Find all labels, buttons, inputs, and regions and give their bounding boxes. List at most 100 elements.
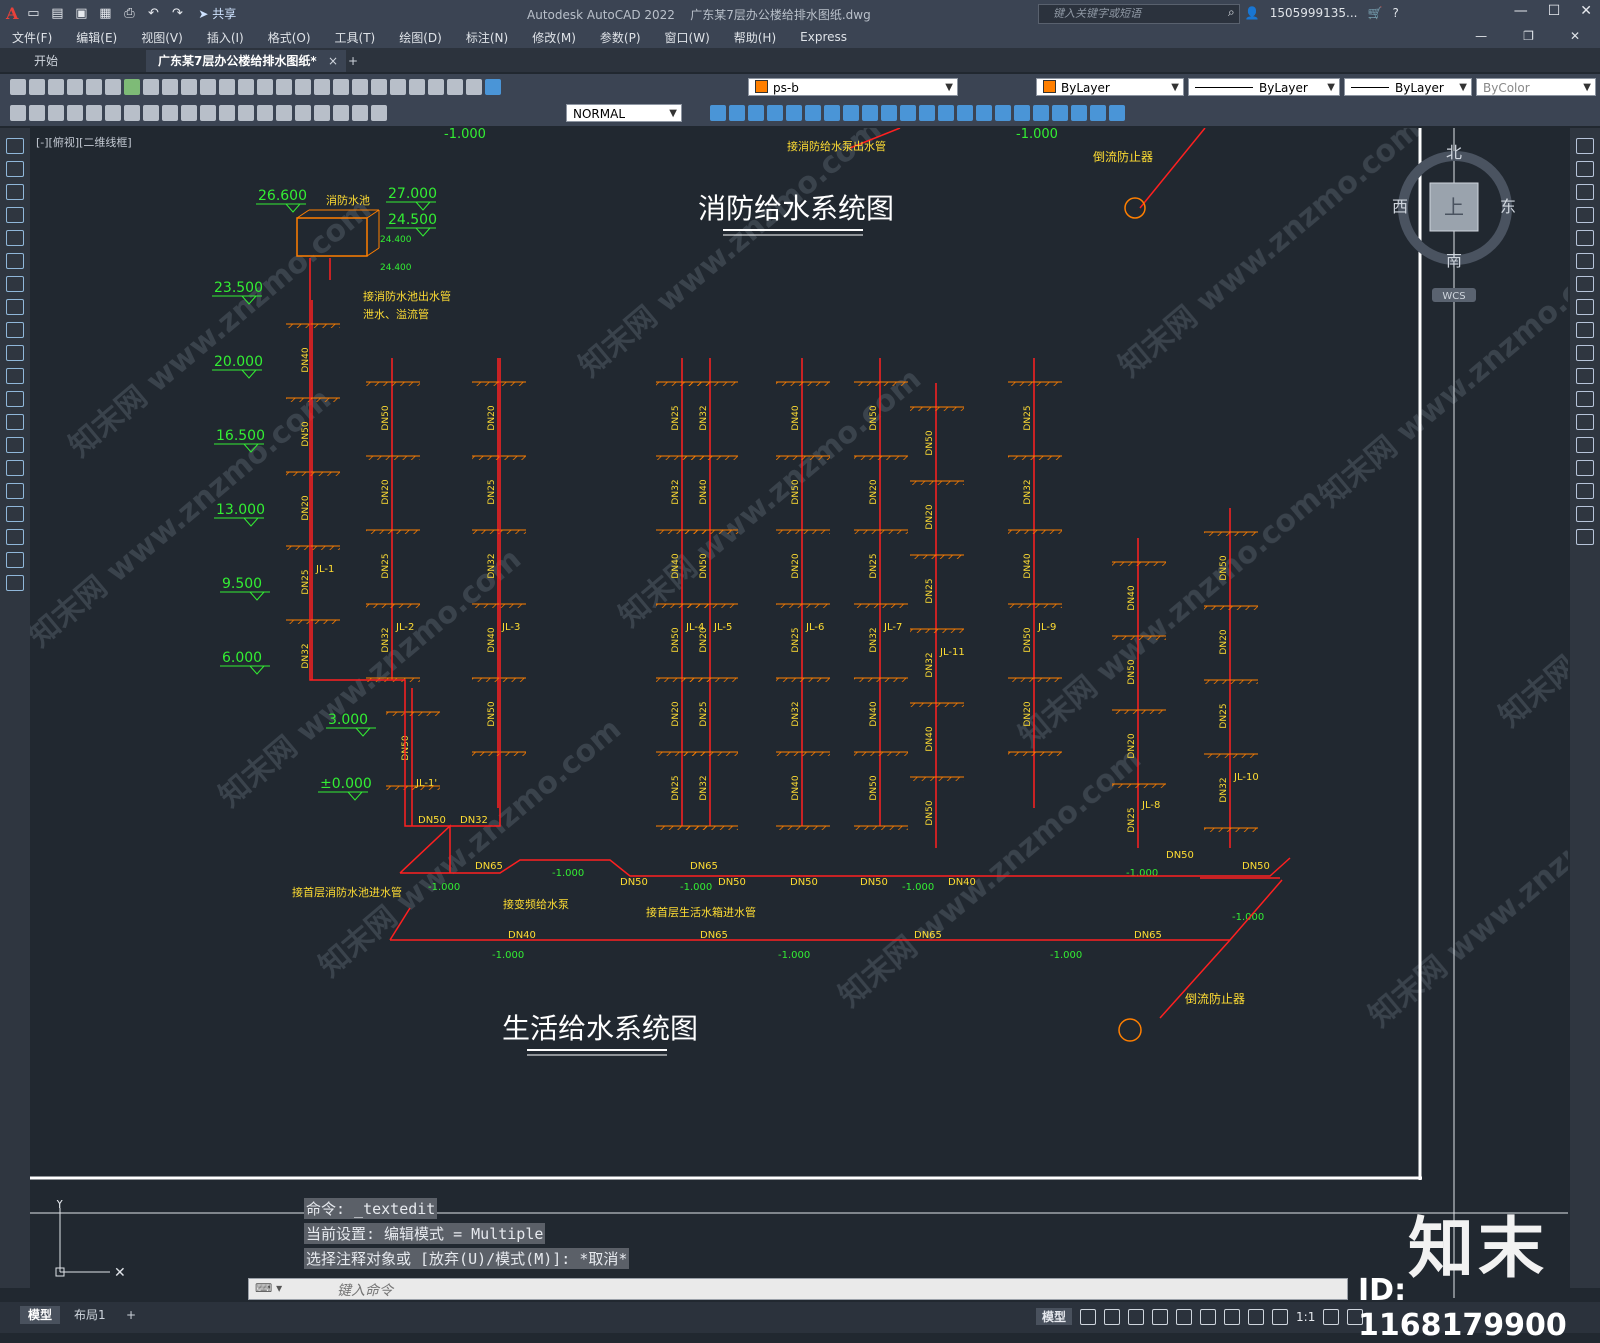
- new-icon[interactable]: [10, 79, 26, 95]
- insert-icon[interactable]: [1052, 105, 1068, 121]
- dim-jogged-icon[interactable]: [105, 105, 121, 121]
- properties-icon[interactable]: [333, 79, 349, 95]
- table-icon[interactable]: [1109, 105, 1125, 121]
- join-icon[interactable]: [1576, 437, 1594, 453]
- polar-icon[interactable]: [1152, 1308, 1169, 1325]
- tool-palette-icon[interactable]: [371, 79, 387, 95]
- annotation-visibility-icon[interactable]: [1272, 1308, 1289, 1325]
- menu-file[interactable]: 文件(F): [0, 29, 64, 46]
- jogged-linear-icon[interactable]: [314, 105, 330, 121]
- menu-help[interactable]: 帮助(H): [722, 29, 788, 46]
- save-icon[interactable]: ▣: [72, 4, 90, 22]
- offset-icon[interactable]: [1576, 207, 1594, 223]
- erase-icon[interactable]: [1576, 138, 1594, 154]
- construction-line-icon[interactable]: [6, 161, 24, 177]
- annotation-scale[interactable]: 1:1: [1296, 1310, 1315, 1324]
- menu-window[interactable]: 窗口(W): [653, 29, 722, 46]
- dim-diameter-icon[interactable]: [124, 105, 140, 121]
- model-space-button[interactable]: 模型: [1036, 1308, 1073, 1325]
- doc-restore-icon[interactable]: ❐: [1511, 29, 1546, 43]
- command-prefix-icon[interactable]: ⌨ ▾: [255, 1281, 282, 1295]
- mtext-icon[interactable]: [6, 552, 24, 568]
- snap-icon[interactable]: [1104, 1308, 1121, 1325]
- dim-linear-icon[interactable]: [10, 105, 26, 121]
- break-point-icon[interactable]: [1576, 391, 1594, 407]
- menu-view[interactable]: 视图(V): [129, 29, 195, 46]
- menu-tools[interactable]: 工具(T): [323, 29, 388, 46]
- ortho-icon[interactable]: [1128, 1308, 1145, 1325]
- calc-icon[interactable]: [428, 79, 444, 95]
- scale-icon[interactable]: [862, 105, 878, 121]
- redo-icon[interactable]: ↷: [168, 4, 186, 22]
- undo-icon[interactable]: [219, 79, 235, 95]
- trim-icon[interactable]: [900, 105, 916, 121]
- user-name[interactable]: 1505999135...: [1270, 6, 1358, 20]
- stretch-icon[interactable]: [881, 105, 897, 121]
- help-icon[interactable]: ?: [1392, 6, 1398, 20]
- hatch-icon[interactable]: [1071, 105, 1087, 121]
- line-icon[interactable]: [6, 138, 24, 154]
- markup-icon[interactable]: [409, 79, 425, 95]
- save-icon[interactable]: [48, 79, 64, 95]
- doc-close-icon[interactable]: ✕: [1558, 29, 1592, 43]
- arc-icon[interactable]: [6, 253, 24, 269]
- maximize-icon[interactable]: ☐: [1548, 3, 1561, 19]
- cart-icon[interactable]: 🛒: [1367, 6, 1382, 20]
- command-line[interactable]: ⌨ ▾: [248, 1278, 1348, 1300]
- lineweight-dropdown[interactable]: ByLayer ▼: [1344, 78, 1472, 96]
- osnap-icon[interactable]: [1176, 1308, 1193, 1325]
- rotate-icon[interactable]: [843, 105, 859, 121]
- transparency-icon[interactable]: [1248, 1308, 1265, 1325]
- minimize-icon[interactable]: —: [1514, 3, 1528, 19]
- move-icon[interactable]: [824, 105, 840, 121]
- zoom-window-icon[interactable]: [295, 79, 311, 95]
- menu-parameter[interactable]: 参数(P): [588, 29, 653, 46]
- break-icon[interactable]: [1576, 414, 1594, 430]
- layer-dropdown[interactable]: ps-b ▼: [748, 78, 958, 96]
- extend-icon[interactable]: [919, 105, 935, 121]
- add-selected-icon[interactable]: [6, 575, 24, 591]
- gear-icon[interactable]: [1323, 1308, 1340, 1325]
- tab-model[interactable]: 模型: [20, 1306, 61, 1324]
- block-icon[interactable]: [1033, 105, 1049, 121]
- open-file-icon[interactable]: ▤: [48, 4, 66, 22]
- design-center-icon[interactable]: [352, 79, 368, 95]
- menu-express[interactable]: Express: [788, 30, 859, 44]
- region-icon[interactable]: [6, 506, 24, 522]
- viewcube-south[interactable]: 南: [1446, 251, 1462, 270]
- linetype-dropdown[interactable]: ByLayer ▼: [1188, 78, 1340, 96]
- polyline-icon[interactable]: [6, 184, 24, 200]
- fillet-icon[interactable]: [995, 105, 1011, 121]
- doc-minimize-icon[interactable]: —: [1463, 29, 1499, 43]
- dim-edit-icon[interactable]: [333, 105, 349, 121]
- undo-icon[interactable]: ↶: [144, 4, 162, 22]
- dim-continue-icon[interactable]: [200, 105, 216, 121]
- make-block-icon[interactable]: [6, 414, 24, 430]
- preview-icon[interactable]: [86, 79, 102, 95]
- close-icon[interactable]: ✕: [1580, 3, 1592, 19]
- layer-props-icon[interactable]: [466, 79, 482, 95]
- add-layout-button[interactable]: +: [118, 1306, 144, 1324]
- match-icon[interactable]: [200, 79, 216, 95]
- spline-icon[interactable]: [6, 322, 24, 338]
- viewcube-east[interactable]: 东: [1500, 197, 1516, 216]
- trim-icon[interactable]: [1576, 345, 1594, 361]
- scale-icon[interactable]: [1576, 299, 1594, 315]
- menu-modify[interactable]: 修改(M): [520, 29, 588, 46]
- array-icon[interactable]: [805, 105, 821, 121]
- search-icon[interactable]: ⌕: [1228, 5, 1235, 20]
- region-icon[interactable]: [1090, 105, 1106, 121]
- menu-format[interactable]: 格式(O): [256, 29, 323, 46]
- dim-angular-icon[interactable]: [143, 105, 159, 121]
- publish-icon[interactable]: [105, 79, 121, 95]
- zoom-prev-icon[interactable]: [314, 79, 330, 95]
- save-as-icon[interactable]: ▦: [96, 4, 114, 22]
- new-file-icon[interactable]: ▭: [24, 4, 42, 22]
- tab-layout1[interactable]: 布局1: [66, 1306, 114, 1324]
- dim-aligned-icon[interactable]: [29, 105, 45, 121]
- point-icon[interactable]: [6, 437, 24, 453]
- mirror-icon[interactable]: [1576, 184, 1594, 200]
- new-tab-button[interactable]: +: [344, 50, 368, 72]
- sheet-set-icon[interactable]: [390, 79, 406, 95]
- plot-icon[interactable]: ⎙: [120, 4, 138, 22]
